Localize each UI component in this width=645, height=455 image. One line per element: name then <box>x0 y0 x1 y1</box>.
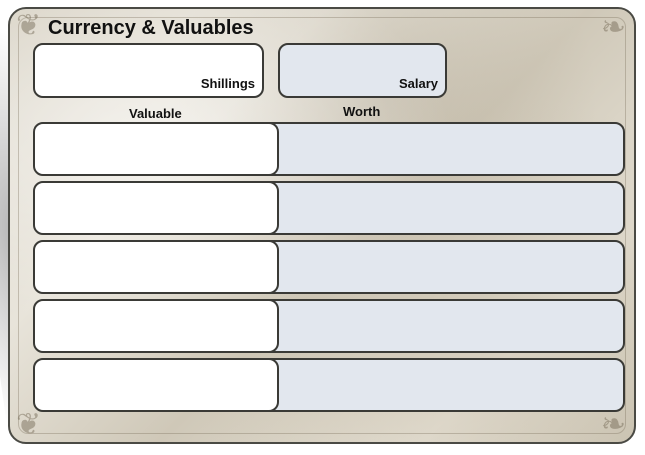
page-title: Currency & Valuables <box>48 17 254 39</box>
shillings-label: Shillings <box>200 76 255 91</box>
worth-column-header: Worth <box>343 104 381 119</box>
salary-field[interactable]: Salary <box>278 43 447 98</box>
currency-card: ❦ ❧ ❦ ❧ Currency & Valuables Shillings S… <box>8 7 636 444</box>
valuable-field[interactable] <box>33 240 279 294</box>
valuable-field[interactable] <box>33 299 279 353</box>
worth-field[interactable] <box>253 358 625 412</box>
worth-field[interactable] <box>253 240 625 294</box>
worth-field[interactable] <box>253 299 625 353</box>
flourish-icon: ❧ <box>600 407 626 442</box>
table-row <box>33 358 625 412</box>
flourish-icon: ❧ <box>600 10 626 45</box>
shillings-field[interactable]: Shillings <box>33 43 264 98</box>
flourish-icon: ❦ <box>16 8 42 43</box>
stage: ❦ ❧ ❦ ❧ Currency & Valuables Shillings S… <box>0 0 645 455</box>
valuable-field[interactable] <box>33 181 279 235</box>
table-row <box>33 299 625 353</box>
table-row <box>33 240 625 294</box>
valuable-column-header: Valuable <box>129 106 182 121</box>
flourish-icon: ❦ <box>16 407 42 442</box>
valuable-field[interactable] <box>33 122 279 176</box>
worth-field[interactable] <box>253 122 625 176</box>
table-row <box>33 122 625 176</box>
valuable-field[interactable] <box>33 358 279 412</box>
worth-field[interactable] <box>253 181 625 235</box>
salary-label: Salary <box>398 76 438 91</box>
table-row <box>33 181 625 235</box>
